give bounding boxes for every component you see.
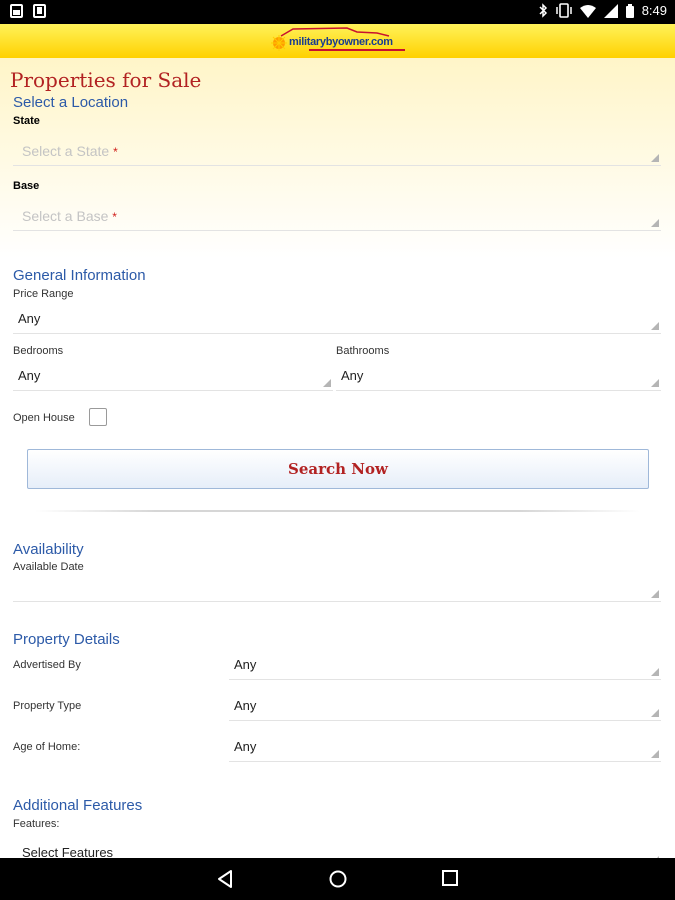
logo-text: militarybyowner.com (289, 36, 393, 48)
logo-underline (309, 49, 405, 51)
availability-heading: Availability (13, 541, 84, 558)
property-type-select[interactable]: Any (229, 693, 661, 721)
bedrooms-select[interactable]: Any (13, 363, 333, 391)
property-type-label: Property Type (13, 700, 82, 712)
required-mark: * (112, 210, 117, 224)
app-header: militarybyowner.com (0, 24, 675, 58)
image-notification-icon (10, 4, 23, 18)
section-divider (35, 510, 640, 512)
dropdown-arrow-icon (651, 154, 659, 162)
features-label: Features: (13, 818, 60, 830)
back-icon[interactable] (216, 869, 234, 889)
age-of-home-value: Any (234, 739, 257, 754)
advertised-by-value: Any (234, 657, 257, 672)
age-of-home-label: Age of Home: (13, 741, 81, 753)
bluetooth-icon (539, 3, 547, 18)
available-date-label: Available Date (13, 561, 84, 573)
dropdown-arrow-icon (651, 590, 659, 598)
state-label: State (13, 115, 40, 127)
price-range-label: Price Range (13, 288, 74, 300)
battery-icon (625, 3, 634, 18)
price-range-select[interactable]: Any (13, 306, 661, 334)
dropdown-arrow-icon (651, 379, 659, 387)
state-placeholder: Select a State (22, 143, 110, 159)
recent-apps-icon[interactable] (441, 869, 459, 887)
bathrooms-value: Any (341, 368, 364, 383)
dropdown-arrow-icon (651, 709, 659, 717)
page-title: Properties for Sale (10, 68, 202, 92)
notification-icons (10, 4, 46, 18)
base-label: Base (13, 180, 40, 192)
location-heading: Select a Location (13, 94, 129, 111)
price-range-value: Any (18, 311, 41, 326)
status-icons: 8:49 (538, 3, 667, 18)
base-placeholder: Select a Base (22, 208, 109, 224)
additional-features-heading: Additional Features (13, 797, 143, 814)
bedrooms-value: Any (18, 368, 41, 383)
vibrate-icon (555, 3, 572, 18)
property-details-heading: Property Details (13, 631, 120, 648)
site-logo[interactable]: militarybyowner.com (267, 27, 409, 55)
advertised-by-select[interactable]: Any (229, 652, 661, 680)
general-heading: General Information (13, 267, 146, 284)
advertised-by-label: Advertised By (13, 659, 81, 671)
clock: 8:49 (641, 3, 667, 18)
wifi-icon (579, 4, 596, 18)
home-icon[interactable] (328, 869, 348, 889)
available-date-input[interactable] (13, 574, 661, 602)
dropdown-arrow-icon (323, 379, 331, 387)
bedrooms-label: Bedrooms (13, 345, 64, 357)
bathrooms-select[interactable]: Any (336, 363, 661, 391)
dropdown-arrow-icon (651, 219, 659, 227)
dropdown-arrow-icon (651, 322, 659, 330)
bathrooms-label: Bathrooms (336, 345, 390, 357)
sd-card-notification-icon (33, 4, 46, 18)
dropdown-arrow-icon (651, 750, 659, 758)
age-of-home-select[interactable]: Any (229, 734, 661, 762)
status-bar: 8:49 (0, 0, 675, 24)
navigation-bar (0, 858, 675, 900)
signal-icon (603, 3, 618, 18)
state-select[interactable]: Select a State * (13, 138, 661, 166)
property-type-value: Any (234, 698, 257, 713)
open-house-label: Open House (13, 412, 75, 424)
search-form: Properties for Sale Select a Location St… (0, 58, 675, 868)
base-select[interactable]: Select a Base * (13, 203, 661, 231)
dropdown-arrow-icon (651, 668, 659, 676)
required-mark: * (113, 145, 118, 159)
search-now-button[interactable]: Search Now (27, 449, 649, 489)
open-house-checkbox[interactable] (89, 408, 107, 426)
